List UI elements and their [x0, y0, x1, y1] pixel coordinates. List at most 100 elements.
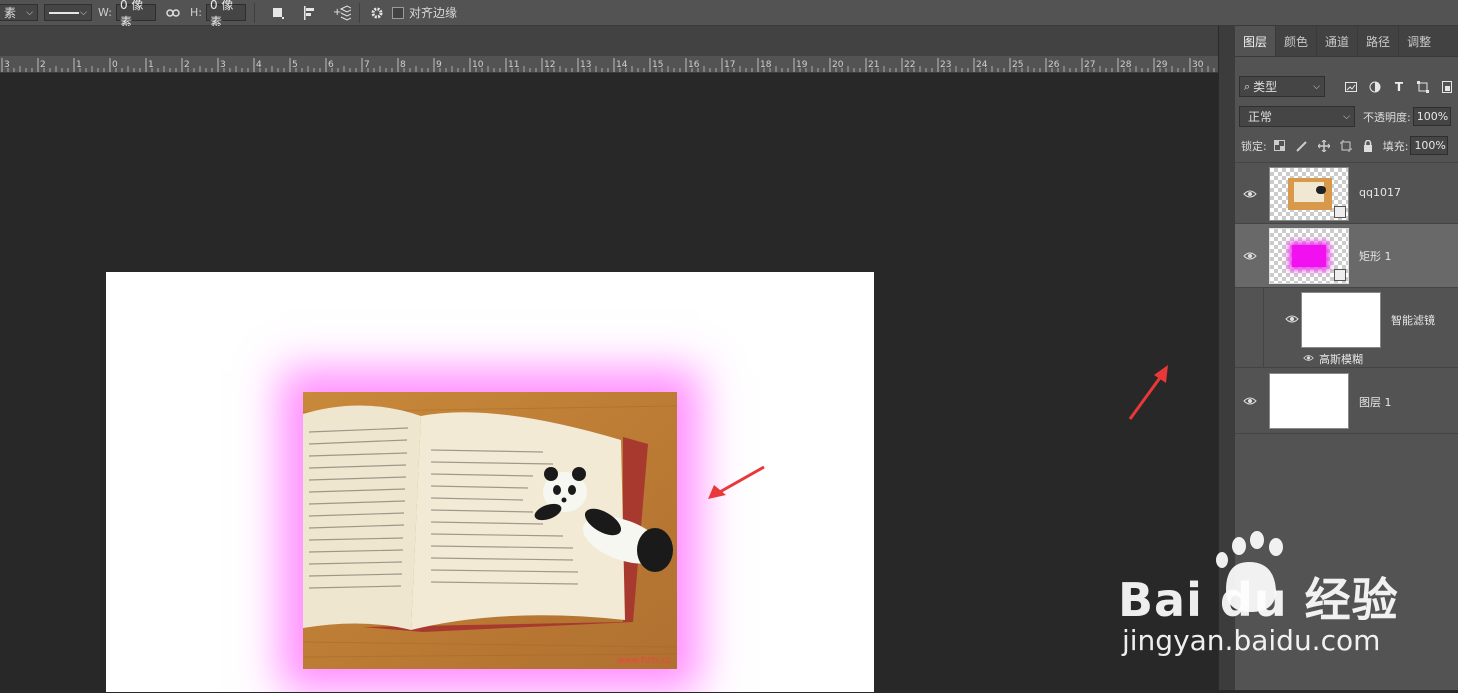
ruler-tick-label: 3	[4, 60, 10, 70]
ruler-tick-label: 0	[112, 60, 118, 70]
width-label: W:	[98, 6, 112, 19]
canvas-workspace[interactable]: www.hnh.cc	[0, 73, 1218, 692]
tab-channels[interactable]: 通道	[1317, 26, 1359, 56]
eye-icon[interactable]	[1243, 396, 1257, 406]
eye-icon[interactable]	[1285, 314, 1299, 324]
photo-url-text: www.hnh.cc	[617, 656, 671, 666]
ruler-tick-label: 4	[256, 60, 262, 70]
ruler-tick-label: 17	[724, 60, 735, 70]
stroke-style-dropdown[interactable]: ⌵	[44, 4, 92, 21]
ruler-tick-label: 27	[1084, 60, 1095, 70]
ruler-tick-label: 18	[760, 60, 772, 70]
path-operations-icon[interactable]	[269, 4, 287, 22]
path-arrangement-icon[interactable]: +	[333, 4, 351, 22]
options-bar: 素 ⌵ ⌵ W: 0 像素 H: 0 像素 + 对齐边缘	[0, 0, 1458, 29]
layer-row-qq1017[interactable]: qq1017	[1235, 162, 1458, 224]
link-icon[interactable]	[164, 4, 182, 22]
height-field[interactable]: 0 像素	[205, 0, 246, 29]
tab-paths[interactable]: 路径	[1358, 26, 1400, 56]
tab-layers[interactable]: 图层	[1235, 26, 1277, 56]
eye-icon[interactable]	[1243, 189, 1257, 199]
tab-color[interactable]: 颜色	[1276, 26, 1318, 56]
filter-adjustment-icon[interactable]	[1363, 78, 1387, 96]
fill-field[interactable]: 100%	[1410, 136, 1449, 155]
ruler-tick-label: 1	[76, 60, 82, 70]
align-edges-toggle[interactable]: 对齐边缘	[391, 4, 457, 21]
ruler-tick-label: 23	[940, 60, 951, 70]
layer-thumbnail	[1269, 373, 1349, 429]
ruler-tick-label: 19	[796, 60, 808, 70]
ruler-tick-label: 12	[544, 60, 555, 70]
width-field[interactable]: 0 像素	[115, 0, 156, 29]
chevron-down-icon: ⌵	[80, 7, 87, 18]
eye-icon[interactable]	[1243, 251, 1257, 261]
blend-mode-label: 正常	[1248, 110, 1273, 124]
lock-position-icon[interactable]	[1315, 137, 1333, 155]
ruler-tick-label: 2	[184, 60, 190, 70]
filter-pixel-icon[interactable]	[1339, 78, 1363, 96]
ruler-tick-label: 13	[580, 60, 591, 70]
stroke-line-icon	[49, 11, 79, 14]
ruler-tick-label: 26	[1048, 60, 1060, 70]
ruler-tick-label: 11	[508, 60, 519, 70]
opacity-label: 不透明度:	[1363, 110, 1411, 124]
gaussian-blur-filter[interactable]: 高斯模糊	[1319, 351, 1363, 367]
layer-thumbnail	[1269, 228, 1349, 284]
ruler-tick-label: 29	[1156, 60, 1168, 70]
height-label: H:	[189, 6, 202, 19]
lock-transparent-pixels-icon[interactable]	[1271, 137, 1289, 155]
opacity-field[interactable]: 100%	[1412, 107, 1451, 126]
ruler-ticks: 3 2 1 0 1 2 3 4 5 6 7 8 9 10 11 12 13 14 15 16 17 18 19 20 21 22 2…	[1, 58, 1215, 72]
gear-icon[interactable]	[368, 4, 386, 22]
svg-text:+: +	[333, 7, 341, 18]
ruler-tick-label: 25	[1012, 60, 1023, 70]
lock-artboard-icon[interactable]	[1337, 137, 1355, 155]
tab-adjustments[interactable]: 调整	[1399, 26, 1439, 56]
ruler-tick-label: 8	[400, 60, 406, 70]
layer-name[interactable]: 图层 1	[1359, 394, 1392, 410]
ruler-tick-label: 9	[436, 60, 442, 70]
filter-shape-icon[interactable]	[1411, 78, 1435, 96]
eye-icon[interactable]	[1303, 354, 1314, 362]
ruler-tick-label: 28	[1120, 60, 1132, 70]
smart-filters-label[interactable]: 智能滤镜	[1391, 312, 1435, 328]
ruler-tick-label: 5	[292, 60, 298, 70]
lock-all-icon[interactable]	[1359, 137, 1377, 155]
layer-row-rectangle-1[interactable]: 矩形 1	[1235, 224, 1458, 288]
blend-mode-dropdown[interactable]: 正常 ⌵	[1239, 106, 1355, 127]
smart-filter-mask-thumbnail	[1301, 292, 1381, 348]
layers-panel: 图层 颜色 通道 路径 调整 ⌕ 类型 ⌵ T 正常 ⌵ 不透明度: 100% …	[1235, 26, 1458, 690]
document-tab-strip	[0, 26, 1218, 56]
align-edges-label: 对齐边缘	[408, 6, 457, 20]
lock-image-pixels-icon[interactable]	[1293, 137, 1311, 155]
unit-dropdown-label: 素	[4, 6, 17, 20]
ruler-tick-label: 3	[220, 60, 226, 70]
path-alignment-icon[interactable]	[301, 4, 319, 22]
ruler-tick-label: 16	[688, 60, 700, 70]
layer-name[interactable]: 矩形 1	[1359, 248, 1392, 264]
ruler-tick-label: 2	[40, 60, 46, 70]
ruler-tick-label: 22	[904, 60, 915, 70]
chevron-down-icon: ⌵	[1343, 111, 1350, 122]
smart-filters-row[interactable]: 智能滤镜 高斯模糊	[1235, 288, 1458, 368]
ruler-tick-label: 10	[472, 60, 484, 70]
ruler-tick-label: 6	[328, 60, 334, 70]
ruler-tick-label: 20	[832, 60, 844, 70]
layer-row-layer-1[interactable]: 图层 1	[1235, 368, 1458, 434]
annotation-arrow	[1128, 365, 1168, 420]
ruler-tick-label: 15	[652, 60, 663, 70]
layer-name[interactable]: qq1017	[1359, 186, 1401, 199]
filter-smart-object-icon[interactable]	[1435, 78, 1458, 96]
ruler-tick-label: 24	[976, 60, 988, 70]
fill-label: 填充:	[1382, 139, 1409, 153]
align-edges-checkbox[interactable]	[391, 6, 404, 19]
horizontal-ruler: 3 2 1 0 1 2 3 4 5 6 7 8 9 10 11 12 13 14 15 16 17 18 19 20 21 22 2…	[0, 56, 1218, 73]
layer-filter-dropdown[interactable]: ⌕ 类型 ⌵	[1239, 76, 1325, 97]
smart-object-badge-icon	[1334, 269, 1346, 281]
vertical-scrollbar[interactable]	[1218, 26, 1235, 690]
chevron-down-icon: ⌵	[26, 7, 33, 18]
annotation-arrow	[708, 465, 765, 499]
filter-type-icon[interactable]: T	[1387, 78, 1411, 96]
unit-dropdown[interactable]: 素 ⌵	[0, 4, 38, 21]
ruler-tick-label: 14	[616, 60, 628, 70]
